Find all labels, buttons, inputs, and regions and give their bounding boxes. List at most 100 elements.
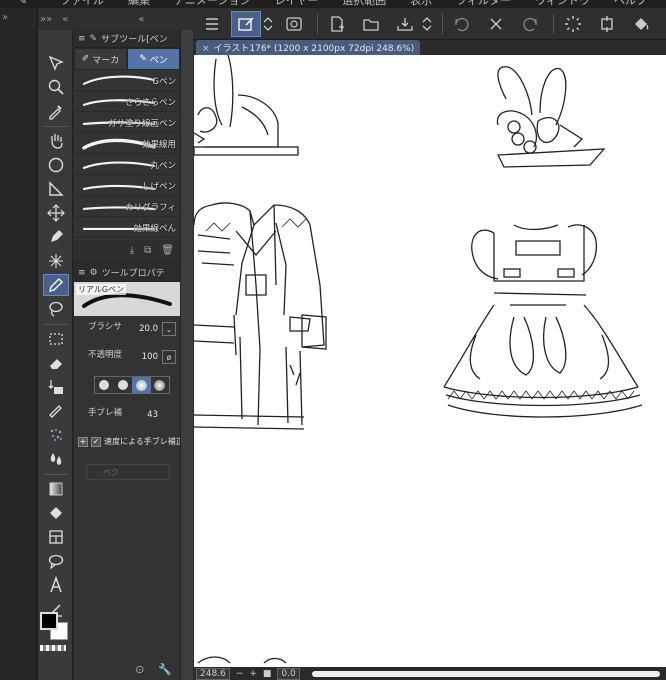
save-chevron-button[interactable]: [420, 11, 434, 37]
brush-size-value[interactable]: 20.0: [139, 324, 158, 334]
speed-correction-row[interactable]: + ✓ 速度による手ブレ補正: [78, 436, 184, 447]
canvas-tab-label: イラスト176* (1200 x 2100px 72dpi 248.6%): [213, 44, 415, 54]
figure-tool[interactable]: [43, 178, 69, 200]
hand-icon: [51, 134, 63, 149]
trash-icon[interactable]: 🗑: [161, 245, 174, 256]
menu-file[interactable]: ファイル: [60, 0, 104, 8]
menu-help[interactable]: ヘルプ: [614, 0, 647, 8]
foreground-color-swatch[interactable]: [40, 612, 58, 630]
anti-alias-selector[interactable]: [94, 376, 170, 394]
edit-mode-button[interactable]: [231, 10, 261, 37]
brush-item[interactable]: さらさらペン: [74, 91, 180, 112]
redo-button[interactable]: [515, 11, 545, 37]
zoom-out-icon[interactable]: −: [236, 669, 244, 679]
mode-chevron-button[interactable]: [261, 11, 275, 37]
zoom-tool[interactable]: [43, 76, 69, 98]
clear-button[interactable]: [481, 11, 511, 37]
droplet-icon: [50, 453, 62, 465]
zoom-value[interactable]: 248.6: [196, 667, 230, 680]
text-tool[interactable]: [43, 574, 69, 596]
brush-size-row[interactable]: ブラシサ 20.0 ⌄: [74, 316, 180, 344]
opacity-lock-icon[interactable]: ø: [162, 350, 176, 364]
collapse-right-icon[interactable]: «: [138, 14, 144, 25]
speed-correction-checkbox[interactable]: ✓: [91, 436, 101, 447]
brush-item[interactable]: Gペン: [74, 70, 180, 91]
frame-tool[interactable]: [43, 526, 69, 548]
bucket-tool[interactable]: [43, 502, 69, 524]
collapse-arrows-icon[interactable]: »»: [40, 14, 52, 25]
rotation-angle-value[interactable]: 0.0: [277, 667, 300, 680]
lasso-tool[interactable]: [43, 298, 69, 320]
save-button[interactable]: [390, 11, 420, 37]
eyedropper-tool[interactable]: [43, 100, 69, 122]
operation-tool[interactable]: [43, 52, 69, 74]
stabilization-value[interactable]: 43: [147, 410, 158, 420]
menu-filter[interactable]: フィルター: [456, 0, 511, 8]
brush-item[interactable]: 丸ペン: [74, 154, 180, 175]
wrench-settings-icon[interactable]: 🔧: [158, 663, 172, 676]
add-icon[interactable]: +: [78, 436, 88, 447]
stabilization-row[interactable]: 手ブレ補 43: [74, 402, 180, 436]
ellipse-tool[interactable]: [43, 154, 69, 176]
fill-tool[interactable]: [43, 376, 69, 398]
pen-tool[interactable]: [43, 274, 69, 296]
menu-edit[interactable]: 編集: [128, 0, 150, 8]
aa-strong-option[interactable]: [151, 377, 170, 393]
opacity-row[interactable]: 不透明度 100 ø: [74, 344, 180, 372]
aa-weak-option[interactable]: [114, 377, 133, 393]
horizontal-scrollbar[interactable]: [311, 670, 660, 677]
duplicate-icon[interactable]: ⧉: [144, 245, 151, 256]
panel-menu-icon[interactable]: ≡: [78, 268, 86, 278]
brush-item[interactable]: 効果線用: [74, 133, 180, 154]
loading-button[interactable]: [558, 11, 588, 37]
menu-window[interactable]: ウィンドウ: [535, 0, 590, 8]
close-tab-icon[interactable]: ×: [202, 44, 210, 54]
clip-studio-window: ✎ ファイル 編集 アニメーション レイヤー 選択範囲 表示 フィルター ウィン…: [0, 0, 666, 680]
companion-button[interactable]: [279, 11, 309, 37]
fill-button[interactable]: [626, 11, 656, 37]
menu-selection[interactable]: 選択範囲: [342, 0, 386, 8]
balloon-tool[interactable]: [43, 550, 69, 572]
sparkle-tool[interactable]: [43, 250, 69, 272]
brush-item[interactable]: しげペン: [74, 175, 180, 196]
move-tool[interactable]: [43, 202, 69, 224]
aa-medium-option[interactable]: [132, 377, 151, 393]
up-down-chevron-icon: [422, 16, 432, 31]
selection-tool[interactable]: [43, 328, 69, 350]
aa-none-option[interactable]: [95, 377, 114, 393]
panel-menu-icon[interactable]: ≡: [78, 34, 86, 44]
menu-toggle-button[interactable]: [197, 11, 227, 37]
blend-tool[interactable]: [43, 400, 69, 422]
pressure-icon[interactable]: ⌄: [162, 322, 176, 336]
brush-item[interactable]: カリグラフィ: [74, 196, 180, 217]
tab-marker[interactable]: ✐ マーカ: [74, 48, 127, 70]
water-tool[interactable]: [43, 448, 69, 470]
menu-layer[interactable]: レイヤー: [275, 0, 319, 8]
settings-wheel-icon[interactable]: ⊙: [135, 663, 144, 676]
open-file-button[interactable]: [356, 11, 386, 37]
download-icon[interactable]: ⤓: [130, 245, 134, 256]
eraser-tool[interactable]: [43, 352, 69, 374]
transparent-color-swatch[interactable]: [40, 645, 66, 651]
brush-item[interactable]: 効果線ペん: [74, 217, 180, 238]
gradient-tool[interactable]: [43, 478, 69, 500]
expand-dock-icon[interactable]: »: [2, 12, 8, 23]
spray-tool[interactable]: [43, 424, 69, 446]
fit-icon[interactable]: ■: [263, 669, 272, 679]
new-file-button[interactable]: [322, 11, 352, 37]
undo-button[interactable]: [447, 11, 477, 37]
stamp-tool[interactable]: [43, 226, 69, 248]
drawing-canvas[interactable]: [194, 55, 666, 667]
zoom-in-icon[interactable]: +: [249, 669, 257, 679]
brush-item[interactable]: ガサ塗り線画ペン: [74, 112, 180, 133]
menu-animation[interactable]: アニメーション: [174, 0, 251, 8]
anti-alias-row[interactable]: [74, 372, 180, 402]
canvas-tab[interactable]: × イラスト176* (1200 x 2100px 72dpi 248.6%): [196, 40, 421, 55]
hand-tool[interactable]: [43, 130, 69, 152]
transform-button[interactable]: [592, 11, 622, 37]
tab-pen[interactable]: ✎ ペン: [127, 48, 180, 70]
collapse-left-icon[interactable]: «: [62, 14, 68, 25]
gradient-icon: [49, 482, 63, 496]
menu-view[interactable]: 表示: [410, 0, 432, 8]
opacity-value[interactable]: 100: [142, 352, 158, 362]
